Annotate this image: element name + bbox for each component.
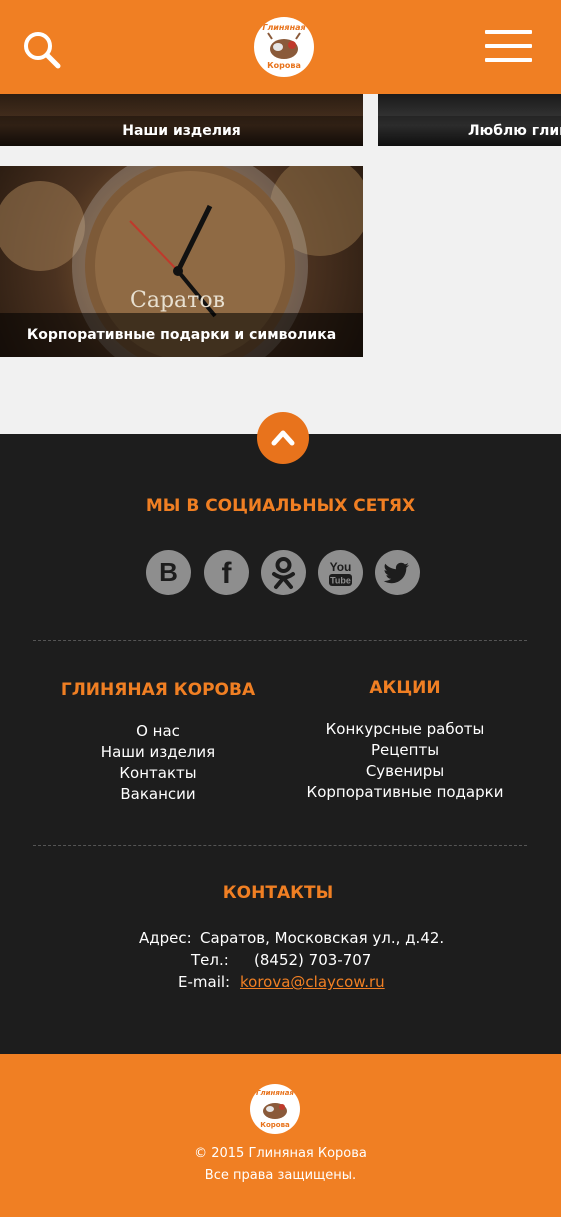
youtube-link[interactable]: You Tube bbox=[318, 550, 363, 595]
company-links: О нас Наши изделия Контакты Вакансии bbox=[33, 721, 283, 805]
tile-label: Наши изделия bbox=[0, 116, 363, 146]
footer-divider bbox=[33, 845, 527, 846]
logo-text-bottom: Корова bbox=[260, 1121, 290, 1129]
search-button[interactable] bbox=[20, 28, 64, 72]
facebook-icon: f bbox=[222, 557, 233, 590]
logo-text-bottom: Корова bbox=[267, 61, 301, 70]
hamburger-menu-icon bbox=[485, 30, 532, 34]
email-link[interactable]: korova@claycow.ru bbox=[240, 973, 385, 991]
logo-text-top: Глиняная bbox=[262, 23, 306, 32]
footer-link-about[interactable]: О нас bbox=[33, 721, 283, 742]
chevron-up-icon bbox=[271, 430, 295, 446]
bottom-bar: Глиняная Корова © 2015 Глиняная Корова В… bbox=[0, 1054, 561, 1217]
footer-link-corporate-gifts[interactable]: Корпоративные подарки bbox=[290, 782, 520, 803]
site-logo[interactable]: Глиняная Корова bbox=[254, 17, 314, 77]
footer-link-recipes[interactable]: Рецепты bbox=[290, 740, 520, 761]
footer-link-contacts[interactable]: Контакты bbox=[33, 763, 283, 784]
footer-divider bbox=[33, 640, 527, 641]
hamburger-menu-icon-line bbox=[485, 58, 532, 62]
site-footer: МЫ В СОЦИАЛЬНЫХ СЕТЯХ В f You Tube ГЛИНЯ… bbox=[0, 434, 561, 1054]
promotions-column-title: АКЦИИ bbox=[369, 678, 441, 698]
menu-button[interactable] bbox=[485, 30, 532, 66]
footer-link-vacancies[interactable]: Вакансии bbox=[33, 784, 283, 805]
tile-products[interactable]: Наши изделия bbox=[0, 94, 363, 146]
tile-love-clay[interactable]: Люблю глину bbox=[378, 94, 561, 146]
youtube-icon: You Tube bbox=[329, 560, 352, 586]
twitter-link[interactable] bbox=[375, 550, 420, 595]
site-header: Глиняная Корова bbox=[0, 0, 561, 94]
email-label: E-mail: bbox=[178, 973, 231, 991]
company-column-title: ГЛИНЯНАЯ КОРОВА bbox=[60, 680, 256, 700]
tile-label: Люблю глину bbox=[378, 116, 561, 146]
odnoklassniki-link[interactable] bbox=[261, 550, 306, 595]
promotions-links: Конкурсные работы Рецепты Сувениры Корпо… bbox=[290, 719, 520, 803]
footer-link-souvenirs[interactable]: Сувениры bbox=[290, 761, 520, 782]
odnoklassniki-icon bbox=[272, 557, 295, 589]
hamburger-menu-icon-line bbox=[485, 44, 532, 48]
scroll-to-top-button[interactable] bbox=[257, 412, 309, 464]
product-tiles: Наши изделия Люблю глину Саратов Корпора… bbox=[0, 94, 561, 434]
logo-text-top: Глиняная bbox=[256, 1089, 294, 1097]
copyright-text: © 2015 Глиняная Корова bbox=[194, 1146, 367, 1161]
svg-text:f: f bbox=[222, 557, 233, 590]
search-icon bbox=[24, 32, 61, 69]
phone-label: Тел.: bbox=[191, 951, 229, 969]
image-caption: Саратов bbox=[130, 288, 225, 313]
facebook-link[interactable]: f bbox=[204, 550, 249, 595]
tile-label: Корпоративные подарки и символика bbox=[0, 313, 363, 357]
address-label: Адрес: bbox=[139, 929, 192, 947]
phone-value: (8452) 703-707 bbox=[254, 951, 372, 969]
vk-icon: В bbox=[159, 557, 178, 587]
footer-logo[interactable]: Глиняная Корова bbox=[250, 1084, 300, 1134]
social-title: МЫ В СОЦИАЛЬНЫХ СЕТЯХ bbox=[145, 496, 416, 516]
svg-text:You: You bbox=[330, 560, 352, 574]
tile-corporate-gifts[interactable]: Саратов Корпоративные подарки и символик… bbox=[0, 166, 363, 357]
svg-text:Tube: Tube bbox=[330, 576, 351, 586]
contacts-title: КОНТАКТЫ bbox=[222, 883, 334, 903]
address-value: Саратов, Московская ул., д.42. bbox=[200, 929, 445, 947]
footer-link-products[interactable]: Наши изделия bbox=[33, 742, 283, 763]
rights-text: Все права защищены. bbox=[204, 1168, 357, 1183]
social-links: В f You Tube bbox=[146, 550, 426, 596]
footer-link-contest[interactable]: Конкурсные работы bbox=[290, 719, 520, 740]
twitter-icon bbox=[383, 562, 409, 584]
vk-link[interactable]: В bbox=[146, 550, 191, 595]
svg-text:В: В bbox=[159, 557, 178, 587]
